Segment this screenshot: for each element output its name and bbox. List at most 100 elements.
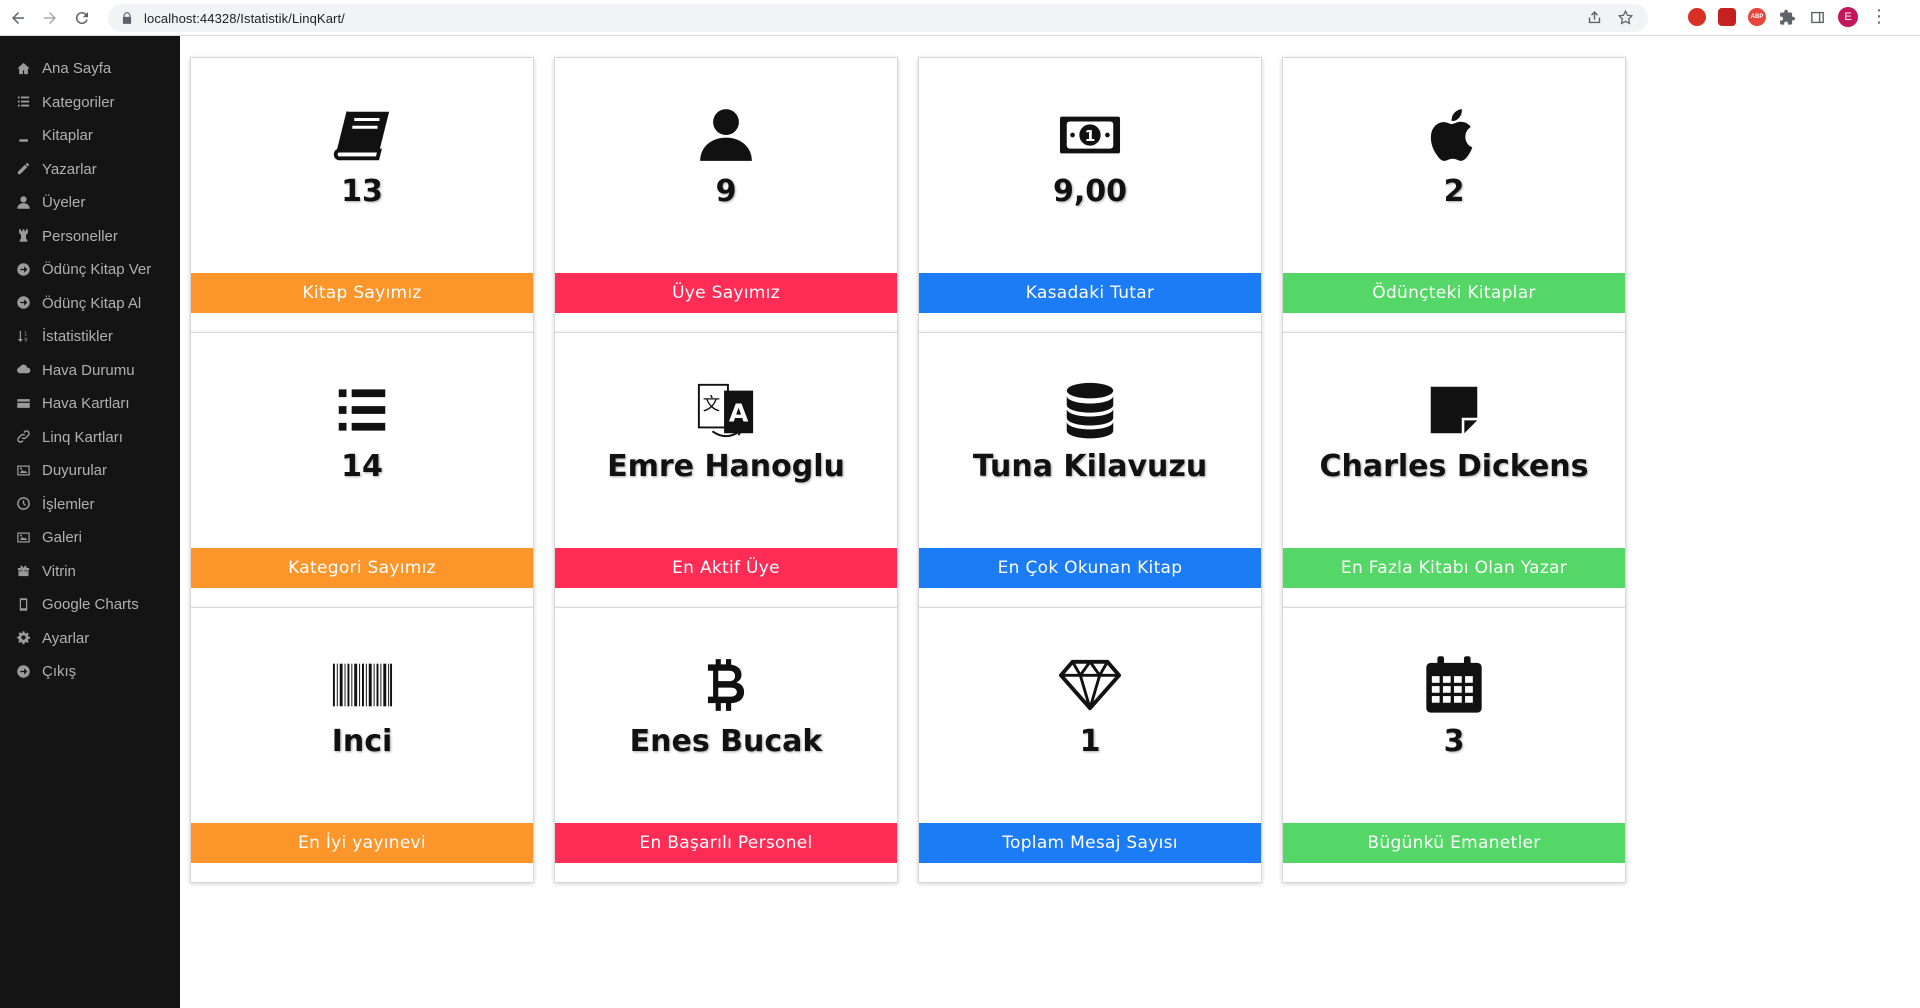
star-icon[interactable] — [1617, 9, 1634, 26]
sidebar-item-13[interactable]: İşlemler — [0, 488, 180, 522]
sidebar-item-17[interactable]: Ayarlar — [0, 622, 180, 656]
sidebar-item-label: Yazarlar — [42, 160, 97, 178]
arrow-right-icon — [44, 11, 56, 24]
sidebar-item-9[interactable]: Hava Durumu — [0, 354, 180, 388]
chess-rook-icon — [16, 228, 32, 244]
stat-card: Tuna Kilavuzu En Çok Okunan Kitap — [918, 332, 1262, 608]
stat-label-bar[interactable]: Bügünkü Emanetler — [1283, 823, 1625, 863]
extension-media-icon[interactable] — [1718, 8, 1736, 26]
sidebar-item-label: Üyeler — [42, 194, 86, 212]
svg-text:9: 9 — [24, 337, 27, 343]
sidebar-item-15[interactable]: Vitrin — [0, 555, 180, 589]
stat-value: 9 — [715, 174, 737, 209]
url-text[interactable]: localhost:44328/Istatistik/LinqKart/ — [144, 11, 345, 26]
sidebar-item-label: Ödünç Kitap Al — [42, 294, 142, 312]
stat-value: Charles Dickens — [1319, 449, 1589, 484]
stat-label-bar[interactable]: En Çok Okunan Kitap — [919, 548, 1261, 588]
sidebar-item-4[interactable]: Üyeler — [0, 186, 180, 220]
sidebar-item-10[interactable]: Hava Kartları — [0, 387, 180, 421]
sidebar-item-1[interactable]: Kategoriler — [0, 86, 180, 120]
mobile-icon — [16, 597, 32, 613]
sidebar-item-8[interactable]: 1 9 İstatistikler — [0, 320, 180, 354]
sidebar-item-2[interactable]: Kitaplar — [0, 119, 180, 153]
stat-card: 文 A Emre Hanoglu En Aktif Üye — [554, 332, 898, 608]
profile-avatar[interactable]: E — [1838, 7, 1858, 27]
sidebar-item-6[interactable]: Ödünç Kitap Ver — [0, 253, 180, 287]
sidebar-item-18[interactable]: Çıkış — [0, 655, 180, 689]
side-panel-icon[interactable] — [1808, 8, 1826, 26]
sidebar-item-label: Hava Kartları — [42, 395, 130, 413]
stat-card: 1 Toplam Mesaj Sayısı — [918, 607, 1262, 883]
stat-label-bar[interactable]: Kitap Sayımız — [191, 273, 533, 313]
stat-card: 3 Bügünkü Emanetler — [1282, 607, 1626, 883]
sidebar-item-label: Vitrin — [42, 562, 76, 580]
book-icon — [191, 104, 533, 166]
sidebar-item-5[interactable]: Personeller — [0, 220, 180, 254]
stat-value: 9,00 — [1052, 174, 1128, 209]
back-button[interactable] — [4, 4, 32, 32]
stat-card: 2 Ödünçteki Kitaplar — [1282, 57, 1626, 333]
stat-label-bar[interactable]: En İyi yayınevi — [191, 823, 533, 863]
sidebar-item-label: Galeri — [42, 529, 83, 547]
stat-label-bar[interactable]: En Fazla Kitabı Olan Yazar — [1283, 548, 1625, 588]
reload-icon — [75, 11, 88, 24]
circle-arrow-icon — [16, 295, 32, 311]
stat-card: Inci En İyi yayınevi — [190, 607, 534, 883]
stat-value: Inci — [331, 724, 393, 759]
image-icon — [16, 530, 32, 546]
browser-toolbar: localhost:44328/Istatistik/LinqKart/ ABP… — [0, 0, 1920, 36]
stat-label-bar[interactable]: Ödünçteki Kitaplar — [1283, 273, 1625, 313]
list-icon — [16, 94, 32, 110]
cloud-icon — [16, 362, 32, 378]
link-icon — [16, 429, 32, 445]
stat-card: 14 Kategori Sayımız — [190, 332, 534, 608]
extension-red-icon[interactable] — [1688, 8, 1706, 26]
adblock-icon[interactable]: ABP — [1748, 8, 1766, 26]
sidebar-item-3[interactable]: Yazarlar — [0, 153, 180, 187]
sort-numeric-icon: 19 — [16, 329, 32, 345]
apple-icon — [1283, 104, 1625, 166]
stat-label-bar[interactable]: Kasadaki Tutar — [919, 273, 1261, 313]
forward-button[interactable] — [36, 4, 64, 32]
sidebar-item-12[interactable]: Duyurular — [0, 454, 180, 488]
sidebar-item-label: Linq Kartları — [42, 428, 123, 446]
sidebar-item-label: Çıkış — [42, 663, 77, 681]
stat-label-bar[interactable]: Üye Sayımız — [555, 273, 897, 313]
stat-label-bar[interactable]: En Aktif Üye — [555, 548, 897, 588]
reload-button[interactable] — [68, 4, 96, 32]
list-icon — [191, 379, 533, 441]
puzzle-icon[interactable] — [1778, 8, 1796, 26]
stat-label-bar[interactable]: En Başarılı Personel — [555, 823, 897, 863]
user-icon — [16, 195, 32, 211]
sidebar-item-14[interactable]: Galeri — [0, 521, 180, 555]
gem-icon — [919, 654, 1261, 716]
lock-icon — [122, 12, 132, 24]
stat-label-bar[interactable]: Toplam Mesaj Sayısı — [919, 823, 1261, 863]
stat-value: 1 — [1079, 724, 1101, 759]
circle-arrow-icon — [16, 664, 32, 680]
sidebar-item-16[interactable]: Google Charts — [0, 588, 180, 622]
sidebar-item-0[interactable]: Ana Sayfa — [0, 52, 180, 86]
sidebar-item-11[interactable]: Linq Kartları — [0, 421, 180, 455]
address-bar[interactable]: localhost:44328/Istatistik/LinqKart/ — [108, 4, 1648, 32]
svg-text:A: A — [729, 399, 749, 428]
stat-value: 14 — [341, 449, 383, 484]
sidebar-item-label: Google Charts — [42, 596, 139, 614]
image-icon — [16, 463, 32, 479]
menu-dots-icon[interactable]: ⋮ — [1870, 8, 1888, 26]
stat-value: 2 — [1443, 174, 1465, 209]
sidebar-item-7[interactable]: Ödünç Kitap Al — [0, 287, 180, 321]
sidebar-item-label: İşlemler — [42, 495, 95, 513]
sidebar-item-label: Hava Durumu — [42, 361, 135, 379]
sidebar-item-label: Ayarlar — [42, 629, 90, 647]
svg-text:1: 1 — [24, 331, 27, 337]
sidebar-item-label: Kitaplar — [42, 127, 93, 145]
calendar-icon — [1283, 654, 1625, 716]
sidebar-item-label: Ödünç Kitap Ver — [42, 261, 152, 279]
stat-card: Enes Bucak En Başarılı Personel — [554, 607, 898, 883]
share-icon[interactable] — [1586, 9, 1603, 26]
sticky-note-icon — [1283, 379, 1625, 441]
gift-icon — [16, 563, 32, 579]
user-icon — [555, 104, 897, 166]
stat-label-bar[interactable]: Kategori Sayımız — [191, 548, 533, 588]
